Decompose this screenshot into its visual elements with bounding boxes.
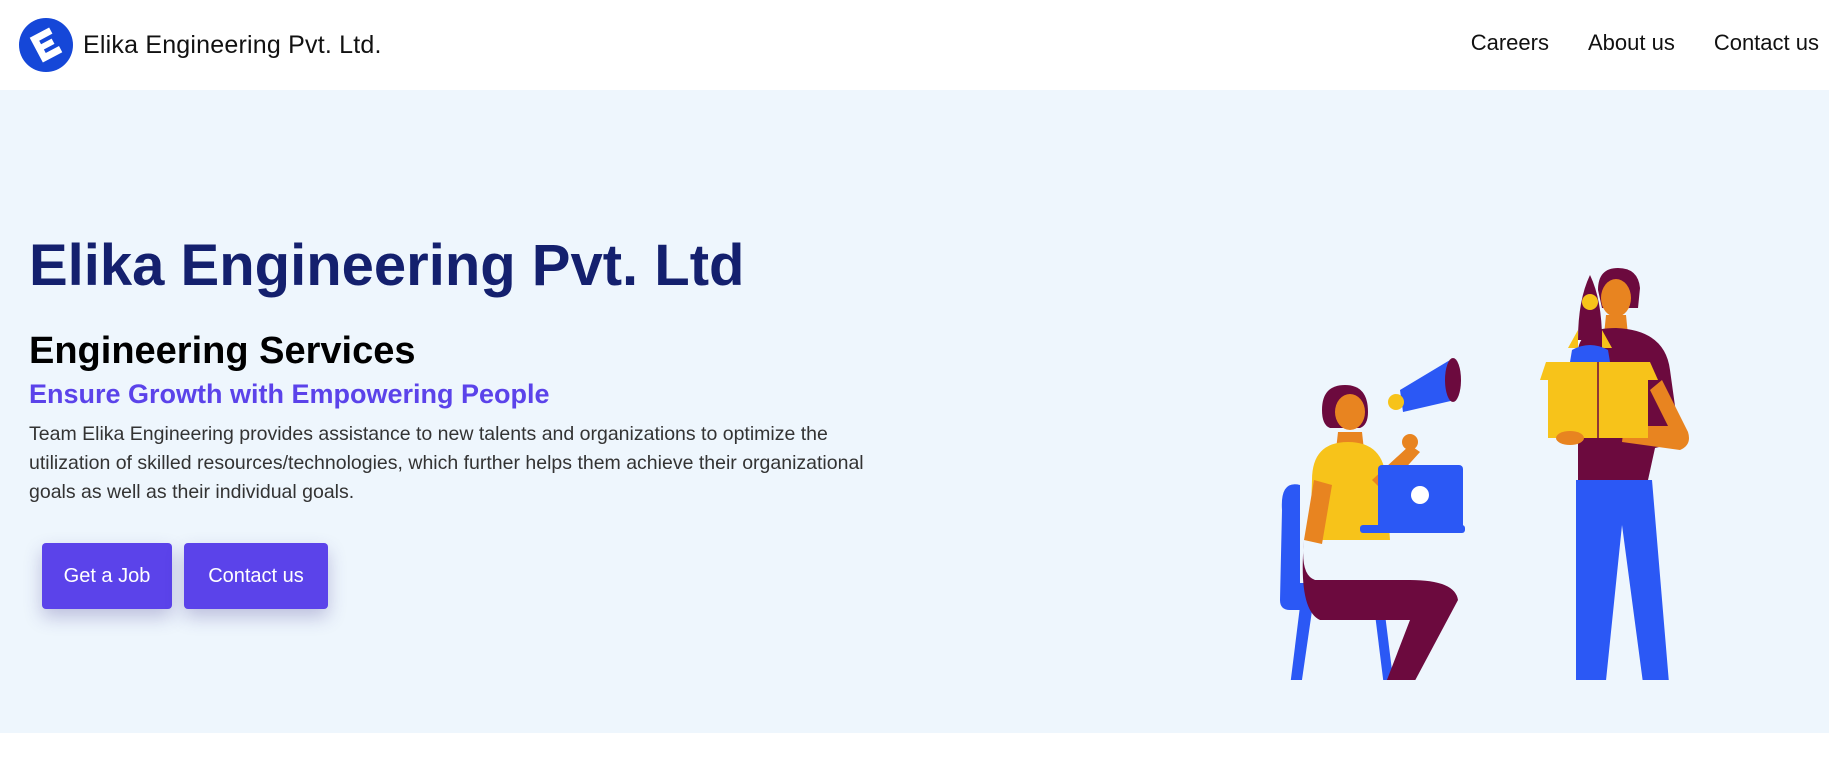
brand-name: Elika Engineering Pvt. Ltd. [83,30,382,59]
megaphone-back-icon [1388,394,1404,410]
hero-description: Team Elika Engineering provides assistan… [29,423,864,503]
rocket-window-icon [1582,294,1598,310]
brand[interactable]: Elika Engineering Pvt. Ltd. [19,18,382,72]
hero-section: Elika Engineering Pvt. Ltd Engineering S… [0,90,1829,733]
man-hand-icon [1556,431,1584,445]
laptop-logo-icon [1411,486,1429,504]
top-navbar: Elika Engineering Pvt. Ltd. Careers Abou… [0,0,1829,90]
box-lid-icon [1540,362,1658,380]
woman-face-icon [1335,394,1365,430]
get-a-job-button[interactable]: Get a Job [42,543,172,609]
man-face-icon [1601,279,1631,317]
woman-hand-icon [1402,434,1418,450]
nav-link-contact-us[interactable]: Contact us [1714,30,1819,56]
contact-us-button[interactable]: Contact us [184,543,328,609]
laptop-base-icon [1360,525,1465,533]
hero-subtitle: Engineering Services [29,330,416,372]
hero-tagline: Ensure Growth with Empowering People [29,379,550,409]
team-illustration-icon [1280,268,1689,680]
hero-title: Elika Engineering Pvt. Ltd [29,233,745,298]
nav-link-about-us[interactable]: About us [1588,30,1675,56]
man-pants-icon [1576,480,1669,680]
woman-pants-icon [1302,540,1458,680]
elika-logo-icon [19,18,73,72]
nav-links: Careers About us Contact us [1432,30,1819,56]
megaphone-mouth-icon [1445,358,1461,402]
footer-strip [0,733,1829,775]
nav-link-careers[interactable]: Careers [1471,30,1549,56]
